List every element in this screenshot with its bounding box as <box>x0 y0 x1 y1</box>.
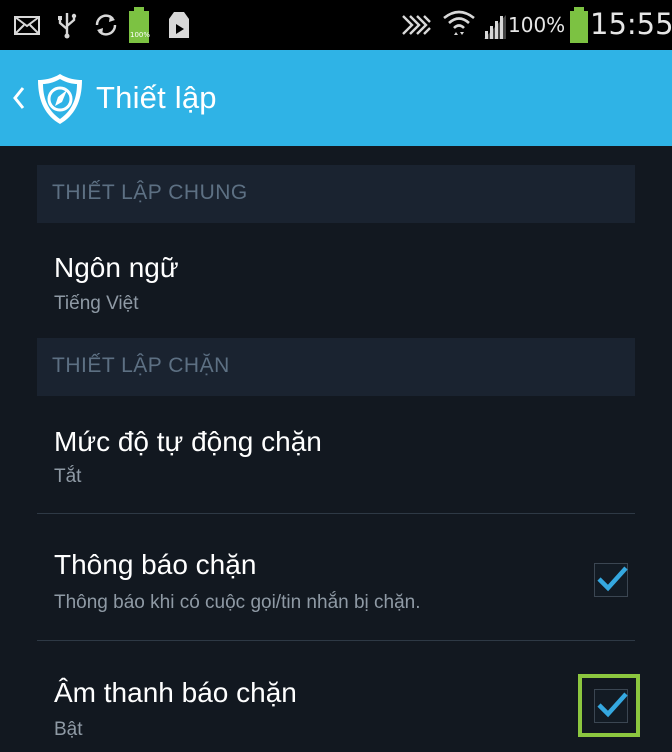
sync-icon <box>95 14 117 36</box>
setting-title: Âm thanh báo chặn <box>54 677 297 708</box>
check-icon <box>597 566 628 592</box>
section-header-label: THIẾT LẬP CHẶN <box>52 354 230 377</box>
setting-summary: Tiếng Việt <box>54 293 139 314</box>
mail-icon <box>14 16 40 35</box>
setting-title: Thông báo chặn <box>54 549 257 580</box>
section-header-label: THIẾT LẬP CHUNG <box>52 181 248 204</box>
signal-icon <box>484 15 506 39</box>
battery-small-icon: 100% <box>128 7 152 43</box>
setting-summary: Thông báo khi có cuộc gọi/tin nhắn bị ch… <box>54 592 421 613</box>
app-shield-logo-icon[interactable] <box>36 72 84 126</box>
block-notification-checkbox[interactable] <box>594 563 628 597</box>
wifi-icon <box>443 10 475 35</box>
action-bar: Thiết lập <box>0 50 672 146</box>
section-header-general: THIẾT LẬP CHUNG <box>37 165 635 223</box>
battery-small-label: 100% <box>129 31 150 39</box>
clock: 15:55 <box>590 7 672 41</box>
setting-title: Mức độ tự động chặn <box>54 426 322 457</box>
setting-block-notification[interactable]: Thông báo chặn Thông báo khi có cuộc gọi… <box>37 514 635 640</box>
download-icon <box>169 12 189 38</box>
check-icon <box>597 692 628 718</box>
setting-title: Ngôn ngữ <box>54 252 179 283</box>
battery-icon <box>570 7 588 43</box>
status-bar: 100% 100% 15:55 <box>0 0 672 50</box>
block-sound-checkbox[interactable] <box>594 689 628 723</box>
setting-summary: Tắt <box>54 466 82 487</box>
setting-language[interactable]: Ngôn ngữ Tiếng Việt <box>37 223 635 338</box>
setting-block-sound[interactable]: Âm thanh báo chặn Bật <box>37 641 640 752</box>
section-header-blocking: THIẾT LẬP CHẶN <box>37 338 635 396</box>
setting-summary: Bật <box>54 719 83 740</box>
nfc-icon <box>402 15 431 35</box>
usb-icon <box>58 13 77 39</box>
battery-percent: 100% <box>508 13 566 37</box>
setting-auto-block-level[interactable]: Mức độ tự động chặn Tắt <box>37 396 635 512</box>
page-title: Thiết lập <box>96 80 217 115</box>
back-chevron-icon[interactable] <box>10 82 28 114</box>
